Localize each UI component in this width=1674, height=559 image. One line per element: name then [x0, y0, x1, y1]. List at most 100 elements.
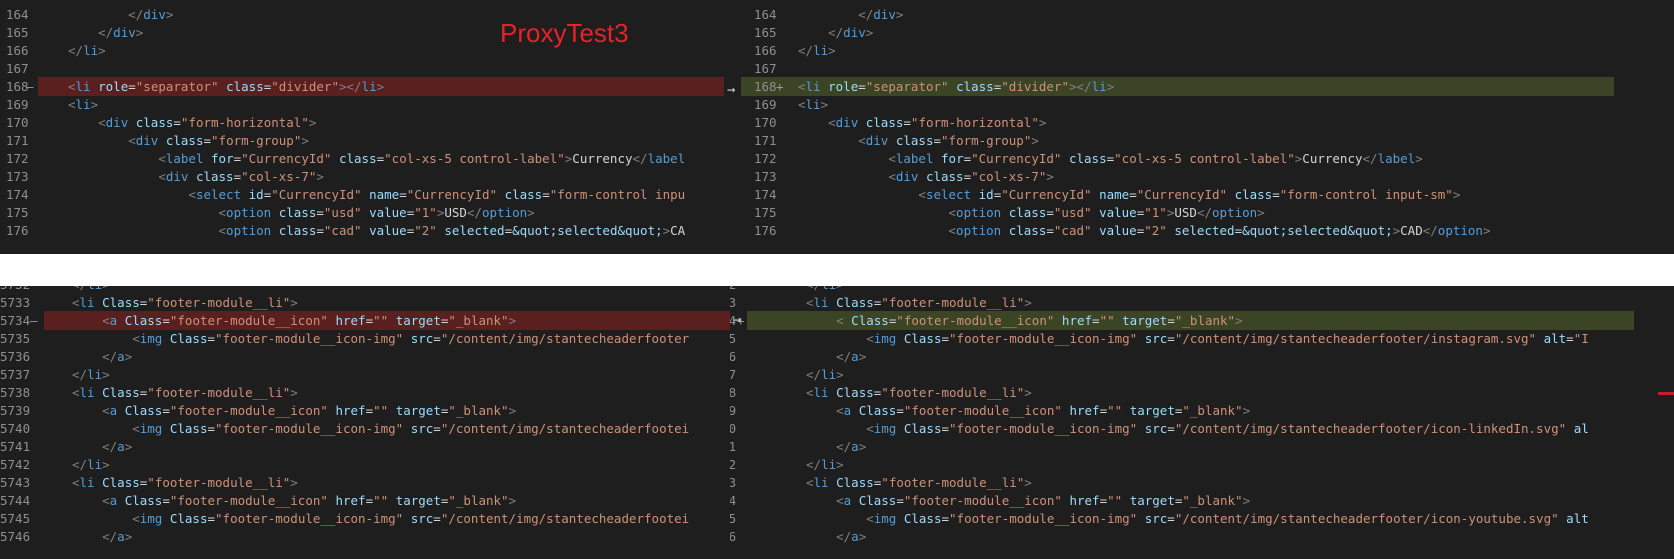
code-line[interactable]: 174 <select id="CurrencyId" name="Curren… [724, 185, 1674, 204]
line-number: 5733 [730, 295, 737, 310]
code-line[interactable]: 168 + <li role="separator" class="divider"… [724, 77, 1674, 96]
code-line[interactable]: 164 </div> [724, 5, 1674, 24]
line-number: 171 [754, 133, 777, 148]
code-line[interactable]: 5743 <li Class="footer-module__li"> [730, 473, 1674, 492]
code-line[interactable]: 172 <label for="CurrencyId" class="col-x… [0, 149, 724, 168]
code-line[interactable]: 5738 <li Class="footer-module__li"> [730, 383, 1674, 402]
code-line[interactable]: 5736 </a> [0, 347, 730, 366]
code-text: <li role="separator" class="divider"></l… [68, 79, 385, 94]
code-line[interactable]: 5738 <li Class="footer-module__li"> [0, 383, 730, 402]
code-text: <option class="cad" value="2" selected=&… [218, 223, 686, 238]
section-gap [0, 254, 1674, 286]
code-line[interactable]: 5746 </a> [0, 527, 730, 546]
scroll-marker [1658, 392, 1674, 395]
code-line[interactable]: 170 <div class="form-horizontal"> [724, 113, 1674, 132]
code-line[interactable]: 5737 </li> [0, 365, 730, 384]
line-number: 5745 [730, 511, 737, 526]
code-line[interactable]: 5737 </li> [730, 365, 1674, 384]
line-number: 172 [6, 151, 29, 166]
code-line[interactable]: 175 <option class="usd" value="1">USD</o… [0, 203, 724, 222]
overlay-label: ProxyTest3 [500, 18, 629, 48]
code-line[interactable]: 5746 </a> [730, 527, 1674, 546]
line-number: 5742 [730, 457, 737, 472]
code-text: </div> [858, 7, 904, 22]
line-number: 5735 [730, 331, 737, 346]
code-line[interactable]: 5734— <a Class="footer-module__icon" hre… [0, 311, 730, 330]
addition-marker: + [776, 79, 784, 94]
code-line[interactable]: 167 [0, 59, 724, 78]
code-line[interactable]: 165 </div> [724, 23, 1674, 42]
code-text: <label for="CurrencyId" class="col-xs-5 … [158, 151, 686, 166]
code-text: </li> [806, 457, 844, 472]
code-line[interactable]: 5743 <li Class="footer-module__li"> [0, 473, 730, 492]
code-line[interactable]: 170 <div class="form-horizontal"> [0, 113, 724, 132]
line-number: 167 [754, 61, 777, 76]
code-line[interactable]: 169 <li> [724, 95, 1674, 114]
diff-arrow-bottom[interactable]: → [733, 312, 741, 328]
code-line[interactable]: 172 <label for="CurrencyId" class="col-x… [724, 149, 1674, 168]
code-line[interactable]: 5739 <a Class="footer-module__icon" href… [0, 401, 730, 420]
code-line[interactable]: 5740 <img Class="footer-module__icon-img… [0, 419, 730, 438]
code-text: <img Class="footer-module__icon-img" src… [132, 511, 690, 526]
code-line[interactable]: 171 <div class="form-group"> [724, 131, 1674, 150]
line-number: 164 [754, 7, 777, 22]
line-number: 5742 [0, 457, 31, 472]
line-number: 5741 [730, 439, 737, 454]
code-line[interactable]: 5740 <img Class="footer-module__icon-img… [730, 419, 1674, 438]
line-number: 5744 [0, 493, 31, 508]
code-text: </a> [836, 439, 867, 454]
code-line[interactable]: 5745 <img Class="footer-module__icon-img… [730, 509, 1674, 528]
line-number: 170 [754, 115, 777, 130]
line-number: 174 [6, 187, 29, 202]
code-line[interactable]: 173 <div class="col-xs-7"> [0, 167, 724, 186]
line-number: 5746 [0, 529, 31, 544]
line-number: 174 [754, 187, 777, 202]
code-line[interactable]: 168— <li role="separator" class="divider"… [0, 77, 724, 96]
code-line[interactable]: 175 <option class="usd" value="1">USD</o… [724, 203, 1674, 222]
line-number: 5736 [730, 349, 737, 364]
code-line[interactable]: 176 <option class="cad" value="2" select… [0, 221, 724, 240]
code-line[interactable]: 169 <li> [0, 95, 724, 114]
code-line[interactable]: 166 </li> [724, 41, 1674, 60]
code-line[interactable]: 5744 <a Class="footer-module__icon" href… [730, 491, 1674, 510]
code-line[interactable]: 5739 <a Class="footer-module__icon" href… [730, 401, 1674, 420]
code-line[interactable]: 5733 <li Class="footer-module__li"> [730, 293, 1674, 312]
code-line[interactable]: 5734+ < Class="footer-module__icon" href… [730, 311, 1674, 330]
code-text: <div class="form-horizontal"> [828, 115, 1047, 130]
code-line[interactable]: 5742 </li> [0, 455, 730, 474]
bottom-right-pane: 5732</li>5733<li Class="footer-module__l… [730, 286, 1674, 559]
code-line[interactable]: 167 [724, 59, 1674, 78]
code-line[interactable]: 5741 </a> [730, 437, 1674, 456]
code-line[interactable]: 5745 <img Class="footer-module__icon-img… [0, 509, 730, 528]
code-line[interactable]: 176 <option class="cad" value="2" select… [724, 221, 1674, 240]
line-number: 168 [6, 79, 29, 94]
code-text: </a> [836, 529, 867, 544]
line-number: 176 [754, 223, 777, 238]
code-line[interactable]: 5741 </a> [0, 437, 730, 456]
deletion-marker: — [26, 79, 34, 94]
line-number: 175 [6, 205, 29, 220]
code-line[interactable]: 173 <div class="col-xs-7"> [724, 167, 1674, 186]
code-text: </div> [128, 7, 174, 22]
diff-arrow-top[interactable]: → [727, 82, 735, 98]
code-line[interactable]: 171 <div class="form-group"> [0, 131, 724, 150]
code-line[interactable]: 5736 </a> [730, 347, 1674, 366]
code-text: <a Class="footer-module__icon" href="" t… [102, 313, 517, 328]
code-text: <li Class="footer-module__li"> [72, 295, 298, 310]
line-number: 5743 [730, 475, 737, 490]
code-line[interactable]: 5733 <li Class="footer-module__li"> [0, 293, 730, 312]
code-line[interactable]: 5735 <img Class="footer-module__icon-img… [0, 329, 730, 348]
code-text: <li> [798, 97, 829, 112]
code-text: <a Class="footer-module__icon" href="" t… [102, 493, 517, 508]
code-text: < Class="footer-module__icon" href="" ta… [836, 313, 1243, 328]
code-line[interactable]: 174 <select id="CurrencyId" name="Curren… [0, 185, 724, 204]
line-number: 5743 [0, 475, 31, 490]
code-text: <a Class="footer-module__icon" href="" t… [836, 403, 1251, 418]
code-line[interactable]: 5742 </li> [730, 455, 1674, 474]
code-text: <div class="form-horizontal"> [98, 115, 317, 130]
line-number: 176 [6, 223, 29, 238]
line-number: 5738 [730, 385, 737, 400]
code-line[interactable]: 5744 <a Class="footer-module__icon" href… [0, 491, 730, 510]
code-line[interactable]: 5735 <img Class="footer-module__icon-img… [730, 329, 1674, 348]
code-text: </li> [806, 367, 844, 382]
